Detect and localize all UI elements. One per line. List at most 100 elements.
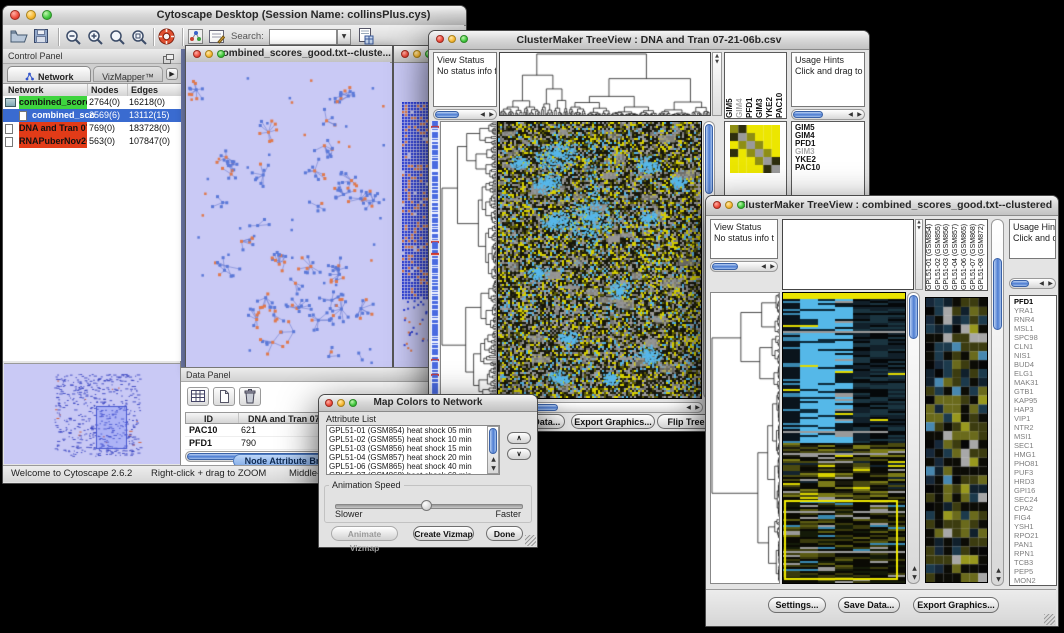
gene-label[interactable]: MAK31 — [1014, 378, 1056, 387]
zoom-button[interactable] — [349, 399, 357, 407]
tv2-settings-button[interactable]: Settings... — [768, 597, 826, 613]
network-row[interactable]: combined_sco 2569(6) 13112(15) — [3, 109, 181, 122]
treeview1-title-bar[interactable]: ClusterMaker TreeView : DNA and Tran 07-… — [429, 31, 869, 50]
tv2-row-dendrogram[interactable] — [710, 292, 780, 584]
gene-label[interactable]: PUF3 — [1014, 468, 1056, 477]
tv1-usage-hints-scrollbar[interactable]: ◀ ▶ — [791, 109, 865, 120]
scroll-right-arrow[interactable]: ▶ — [768, 262, 777, 271]
zoom-button[interactable] — [217, 50, 225, 58]
attribute-list-scrollbar[interactable]: ▲ ▼ — [487, 426, 499, 474]
tv2-export-graphics-button[interactable]: Export Graphics... — [913, 597, 999, 613]
zoom-button[interactable] — [737, 201, 745, 209]
minimize-button[interactable] — [448, 35, 456, 43]
close-button[interactable] — [713, 201, 721, 209]
gene-label[interactable]: HAP3 — [1014, 405, 1056, 414]
network-row[interactable]: RNAPuberNov2+ 563(0) 107847(0) — [3, 135, 181, 148]
gene-label[interactable]: YRA1 — [1014, 306, 1056, 315]
minimize-button[interactable] — [205, 50, 213, 58]
attribute-item[interactable]: GPL51-02 (GSM855) heat shock 10 min — [327, 435, 487, 444]
column-label[interactable]: GIM5 — [725, 53, 735, 118]
attribute-item[interactable]: GPL51-01 (GSM854) heat shock 05 min — [327, 426, 487, 435]
gene-label[interactable]: PEP5 — [1014, 567, 1056, 576]
tab-vizmapper[interactable]: VizMapper™ — [93, 66, 163, 82]
minimize-button[interactable] — [725, 201, 733, 209]
animate-vizmap-button[interactable]: Animate Vizmap — [331, 526, 398, 541]
slider-thumb[interactable] — [421, 500, 432, 511]
zoom-button[interactable] — [42, 10, 52, 20]
column-label[interactable]: GPL51-03 (GSM856) — [943, 220, 952, 290]
search-input[interactable] — [269, 29, 337, 45]
resize-grip[interactable] — [525, 535, 536, 546]
gene-label[interactable]: CLN1 — [1014, 342, 1056, 351]
scrollbar-thumb[interactable] — [993, 258, 1002, 330]
gene-label[interactable]: SEC24 — [1014, 495, 1056, 504]
gene-label[interactable]: VIP1 — [1014, 414, 1056, 423]
close-button[interactable] — [401, 50, 409, 58]
tv2-dendro-scroll-strip[interactable]: ▲▼ — [915, 219, 923, 290]
scroll-up-arrow[interactable]: ▲ — [994, 566, 1003, 575]
gene-label[interactable]: PAC10 — [795, 164, 864, 172]
network-canvas[interactable] — [186, 62, 390, 366]
delete-attribute-icon[interactable] — [239, 387, 261, 406]
tv2-usage-hints-scrollbar[interactable]: ◀ ▶ — [1009, 278, 1056, 289]
minimize-button[interactable] — [26, 10, 36, 20]
gene-label[interactable]: KAP95 — [1014, 396, 1056, 405]
tab-network[interactable]: Network — [7, 66, 91, 82]
gene-label[interactable]: NTR2 — [1014, 423, 1056, 432]
scroll-down-arrow[interactable]: ▼ — [994, 575, 1003, 584]
scroll-right-arrow[interactable]: ▶ — [1046, 279, 1055, 288]
close-button[interactable] — [10, 10, 20, 20]
move-up-button[interactable]: ∧ — [507, 432, 531, 444]
treeview2-title-bar[interactable]: ClusterMaker TreeView : combined_scores_… — [706, 196, 1058, 216]
column-label[interactable]: GPL51-01 (GSM854) — [926, 220, 935, 290]
close-button[interactable] — [325, 399, 333, 407]
scrollbar-thumb[interactable] — [1011, 280, 1029, 287]
scrollbar-thumb[interactable] — [909, 295, 918, 339]
resize-grip[interactable] — [1044, 614, 1055, 625]
tv1-view-status-scrollbar[interactable]: ◀ ▶ — [433, 109, 497, 120]
main-title-bar[interactable]: Cytoscape Desktop (Session Name: collins… — [3, 6, 466, 26]
tv2-heatmap[interactable] — [782, 292, 906, 584]
gene-label[interactable]: NIS1 — [1014, 351, 1056, 360]
zoom-out-icon[interactable] — [65, 29, 82, 50]
scroll-left-arrow[interactable]: ◀ — [1037, 279, 1046, 288]
attribute-item[interactable]: GPL51-04 (GSM857) heat shock 20 min — [327, 453, 487, 462]
scroll-left-arrow[interactable]: ◀ — [846, 110, 855, 119]
tv2-save-data-button[interactable]: Save Data... — [838, 597, 900, 613]
scrollbar-thumb[interactable] — [435, 111, 459, 118]
gene-label[interactable]: CPA2 — [1014, 504, 1056, 513]
tv1-export-graphics-button[interactable]: Export Graphics... — [571, 414, 655, 429]
scroll-right-arrow[interactable]: ▶ — [855, 110, 864, 119]
attribute-item[interactable]: GPL51-07 (GSM868) heat shock 60 min — [327, 471, 487, 475]
birdseye-canvas[interactable] — [4, 364, 180, 464]
scroll-up-arrow[interactable]: ▲ — [489, 455, 498, 464]
gene-label[interactable]: GTB1 — [1014, 387, 1056, 396]
tv2-column-dendrogram[interactable] — [782, 219, 914, 290]
network-row[interactable]: combined_scores_ 2764(0) 16218(0) — [3, 96, 181, 109]
column-label[interactable]: GPL51-07 (GSM868) — [970, 220, 979, 290]
minimize-button[interactable] — [337, 399, 345, 407]
column-label[interactable]: PFD1 — [745, 53, 755, 118]
scroll-right-arrow[interactable]: ▶ — [693, 403, 702, 412]
gene-label[interactable]: ELG1 — [1014, 369, 1056, 378]
tv1-column-dendrogram[interactable] — [499, 52, 711, 116]
attribute-item[interactable]: GPL51-03 (GSM856) heat shock 15 min — [327, 444, 487, 453]
open-session-icon[interactable] — [10, 29, 28, 48]
search-dropdown-button[interactable]: ▼ — [337, 29, 351, 45]
gene-label[interactable]: RNR4 — [1014, 315, 1056, 324]
gene-label[interactable]: HRD3 — [1014, 477, 1056, 486]
scrollbar-thumb[interactable] — [793, 111, 823, 118]
tv2-heatmap-vscrollbar[interactable]: ▲ ▼ — [907, 292, 920, 584]
scroll-down-arrow[interactable]: ▼ — [489, 464, 498, 473]
attribute-select-icon[interactable] — [187, 387, 209, 406]
zoom-button[interactable] — [460, 35, 468, 43]
network-row[interactable]: DNA and Tran 07 769(0) 183728(0) — [3, 122, 181, 135]
dialog-title-bar[interactable]: Map Colors to Network — [319, 395, 537, 412]
done-button[interactable]: Done — [486, 526, 523, 541]
tv1-selection-strip[interactable] — [431, 121, 439, 399]
scrollbar-thumb[interactable] — [712, 263, 738, 270]
gene-label[interactable]: PFD1 — [1014, 297, 1056, 306]
new-attribute-icon[interactable] — [213, 387, 235, 406]
gene-label[interactable]: HMG1 — [1014, 450, 1056, 459]
gene-label[interactable]: MON2 — [1014, 576, 1056, 585]
